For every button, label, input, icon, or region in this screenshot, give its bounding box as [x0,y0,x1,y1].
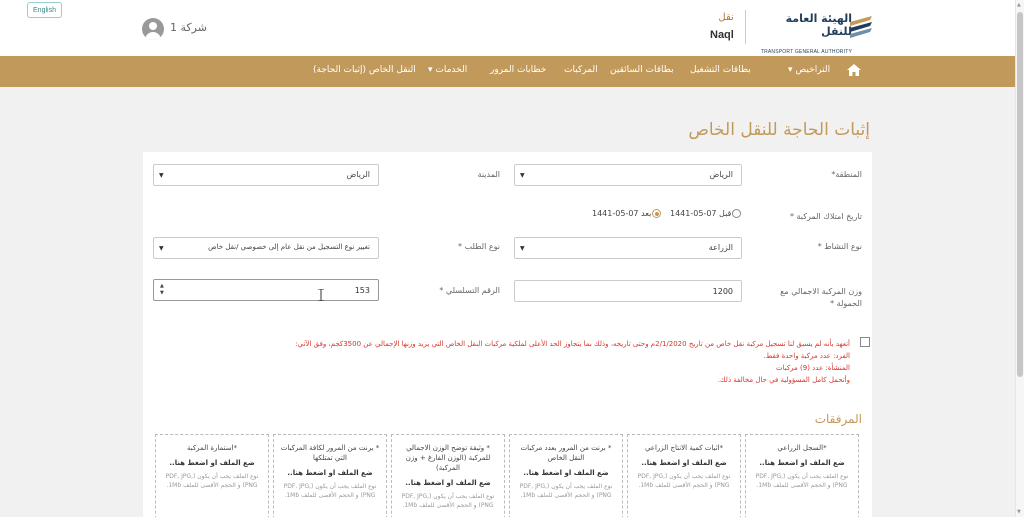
request-type-label: نوع الطلب * [458,242,500,251]
upload-title: *استمارة المركبة [186,444,238,452]
date-before-radio[interactable] [732,209,741,218]
date-after-radio[interactable] [652,209,661,218]
chevron-down-icon: ▼ [159,245,164,252]
upload-drop-text: ضع الملف او اضغط هنا.. [641,459,727,467]
upload-title: *اثبات كمية الانتاج الزراعي [644,444,724,452]
city-select-value: الرياض [346,170,370,179]
authority-name: الهيئة العامة للنقل TRANSPORT GENERAL AU… [752,12,852,57]
city-label: المدينة [477,170,500,179]
activity-label: نوع النشاط * [817,242,862,251]
home-icon[interactable] [847,64,861,76]
nav-licenses-label: التراخيص [795,65,831,75]
spinner-arrows-icon[interactable]: ▲ ▼ [160,283,164,297]
upload-drop-text: ضع الملف او اضغط هنا.. [405,479,491,487]
serial-number-input[interactable]: 153 ▲ ▼ [153,279,379,301]
upload-note: نوع الملف يجب أن يكون (PDF, JPG, PNG) و … [519,483,613,499]
nav-driver-cards[interactable]: بطاقات السائقين [610,65,674,75]
upload-traffic-print-private[interactable]: * برنت من المرور بعدد مركبات النقل الخاص… [509,434,623,517]
upload-agricultural-register[interactable]: *السجل الزراعي ضع الملف او اضغط هنا.. نو… [745,434,859,517]
nav-operation-cards[interactable]: بطاقات التشغيل [690,65,751,75]
request-type-select-value: تغيير نوع التسجيل من نقل عام إلى خصوصي /… [208,243,370,251]
upload-weight-document[interactable]: * وثيقة توضح الوزن الاجمالي للمركبة (الو… [391,434,505,517]
upload-vehicle-registration[interactable]: *استمارة المركبة ضع الملف او اضغط هنا.. … [155,434,269,517]
nav-services[interactable]: الخدمات ▾ [428,65,467,75]
company-name[interactable]: شركة 1 [170,21,207,34]
activity-select[interactable]: الزراعة ▼ [514,237,742,259]
vehicle-date-label: تاريخ امتلاك المركبة * [789,212,862,221]
chevron-down-icon: ▼ [520,245,525,252]
nav-licenses[interactable]: التراخيص ▾ [788,65,830,75]
date-after-label: بعد 07-05-1441 [592,209,652,218]
nav-traffic-letters[interactable]: خطابات المرور [490,65,546,75]
scrollbar-thumb[interactable] [1017,12,1023,377]
page-scrollbar[interactable]: ▲ ▼ [1015,0,1024,517]
pledge-line-3: المنشأة: عدد (9) مركبات [775,364,850,372]
scroll-down-icon[interactable]: ▼ [1017,509,1021,515]
upload-drop-text: ضع الملف او اضغط هنا.. [523,469,609,477]
nav-vehicles[interactable]: المركبات [564,65,598,75]
upload-note: نوع الملف يجب أن يكون (PDF, JPG, PNG) و … [401,493,495,509]
upload-drop-text: ضع الملف او اضغط هنا.. [169,459,255,467]
scroll-up-icon[interactable]: ▲ [1017,2,1021,8]
pledge-line-4: وأتحمل كامل المسؤولية في حال مخالفة ذلك. [717,376,850,384]
chevron-down-icon: ▼ [520,172,525,179]
upload-drop-text: ضع الملف او اضغط هنا.. [287,469,373,477]
upload-production-proof[interactable]: *اثبات كمية الانتاج الزراعي ضع الملف او … [627,434,741,517]
upload-title: * برنت من المرور لكافة المركبات التي تمت… [280,444,380,462]
upload-traffic-print-all[interactable]: * برنت من المرور لكافة المركبات التي تمت… [273,434,387,517]
pledge-line-1: أتعهد بأنه لم يسبق لنا تسجيل مركبة نقل خ… [295,340,850,348]
upload-note: نوع الملف يجب أن يكون (PDF, JPG, PNG) و … [637,473,731,489]
logo-divider [745,10,746,44]
weight-label: وزن المركبة الاجمالي مع [780,287,862,296]
authority-logo-icon [850,16,872,38]
page-title: إثبات الحاجة للنقل الخاص [688,120,870,140]
language-button[interactable]: English [27,2,62,18]
nav-services-label: الخدمات [435,65,468,75]
serial-number-value: 153 [354,286,370,295]
region-label: المنطقة* [831,170,862,179]
main-nav: التراخيص ▾ بطاقات التشغيل بطاقات السائقي… [0,56,1015,87]
activity-select-value: الزراعة [708,243,733,252]
pledge-checkbox[interactable] [860,337,870,347]
region-select[interactable]: الرياض ▼ [514,164,742,186]
text-cursor-icon [318,289,324,301]
city-select[interactable]: الرياض ▼ [153,164,379,186]
top-header: English شركة 1 نقل Naql الهيئة العامة لل… [0,0,1015,56]
upload-note: نوع الملف يجب أن يكون (PDF, JPG, PNG) و … [755,473,849,489]
authority-name-en: TRANSPORT GENERAL AUTHORITY [760,49,852,55]
weight-label-cont: الحمولة * [830,299,862,308]
request-type-select[interactable]: تغيير نوع التسجيل من نقل عام إلى خصوصي /… [153,237,379,259]
naql-logo-en: Naql [710,29,734,41]
region-select-value: الرياض [709,170,733,179]
nav-private-transport[interactable]: النقل الخاص (إثبات الحاجة) [313,65,416,75]
naql-logo-ar: نقل [718,12,734,23]
upload-title: * برنت من المرور بعدد مركبات النقل الخاص [520,444,612,462]
naql-logo: نقل Naql [710,12,734,42]
serial-label: الرقم التسلسلي * [439,286,500,295]
user-avatar-icon[interactable] [142,18,164,40]
upload-title: *السجل الزراعي [777,444,827,452]
chevron-down-icon: ▼ [159,172,164,179]
date-before-label: قبل 07-05-1441 [670,209,732,218]
pledge-line-2: الفرد: عدد مركبة واحدة فقط. [763,352,850,360]
upload-title: * وثيقة توضح الوزن الاجمالي للمركبة (الو… [405,444,491,472]
weight-input[interactable]: 1200 [514,280,742,302]
upload-note: نوع الملف يجب أن يكون (PDF, JPG, PNG) و … [283,483,377,499]
authority-name-ar: الهيئة العامة للنقل [785,12,852,38]
attachments-title: المرفقات [814,412,862,426]
upload-note: نوع الملف يجب أن يكون (PDF, JPG, PNG) و … [165,473,259,489]
upload-drop-text: ضع الملف او اضغط هنا.. [759,459,845,467]
